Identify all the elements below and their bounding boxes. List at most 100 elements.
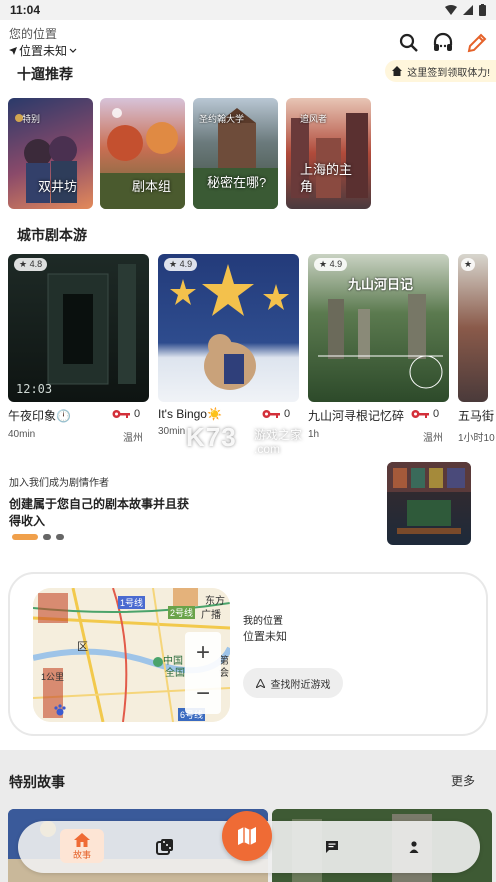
checkin-banner[interactable]: 这里签到领取体力! (385, 60, 496, 82)
key-count: 0 (284, 408, 291, 420)
city-card-duration: 40min (8, 429, 36, 440)
creator-banner-subtitle: 加入我们成为剧情作者 (9, 478, 109, 489)
zoom-out-button[interactable]: − (196, 680, 210, 708)
nav-profile-tab[interactable] (404, 821, 424, 873)
city-card-rating: ★ (461, 258, 476, 271)
leaf-icon (112, 108, 122, 118)
city-card[interactable]: ★ 五马街 1小时10 (458, 254, 496, 444)
city-card-keys: 0 (262, 408, 290, 420)
map-card: 1号线 2号线 东方 广播 区 中国 全国 第 会 6号线 1公里 + − 我的… (8, 572, 488, 736)
my-location-label: 我的位置 (243, 616, 283, 627)
city-card-image: ★ 4.9 (158, 254, 299, 402)
city-card-duration: 1小时10 (458, 433, 495, 444)
chat-icon (326, 841, 338, 853)
city-card-meta: 40min 温州 (8, 429, 149, 444)
recommend-card-tag: 特别 (22, 114, 41, 124)
key-count: 0 (433, 408, 440, 420)
city-card-duration: 30min (158, 426, 186, 437)
search-icon (399, 33, 418, 52)
city-card-meta: 1小时10 (458, 429, 496, 444)
location-selector[interactable]: 位置未知 (9, 42, 77, 59)
edit-button[interactable] (466, 32, 488, 54)
carousel-dot (43, 534, 51, 540)
status-icons (445, 4, 486, 16)
map-label: 2号线 (168, 606, 196, 619)
map-label: 1号线 (118, 596, 146, 609)
city-card-rating: ★ 4.9 (164, 258, 198, 271)
checkin-text: 这里签到领取体力! (407, 67, 490, 79)
pencil-icon (467, 33, 487, 53)
recommend-card-title: 秘密在哪? (207, 175, 267, 190)
carousel-dot-active (12, 534, 38, 540)
map-view[interactable]: 1号线 2号线 东方 广播 区 中国 全国 第 会 6号线 1公里 + − (33, 588, 230, 722)
clock-readout: 12:03 (16, 382, 53, 396)
creator-banner[interactable]: 加入我们成为剧情作者 创建属于您自己的剧本故事并且获得收入 (0, 460, 496, 560)
nav-messages-tab[interactable] (322, 821, 342, 873)
city-card-art (170, 264, 289, 390)
map-zoom-controls: + − (185, 632, 221, 714)
map-label: 东方 (205, 596, 225, 607)
recommend-card[interactable]: 剧本组 (100, 98, 185, 209)
recommend-card[interactable]: 圣约翰大学 秘密在哪? (193, 98, 278, 209)
nav-dice-tab[interactable] (152, 821, 178, 873)
city-card-image: ★ 4.9 九山河日记 (308, 254, 449, 402)
city-card-duration: 1h (308, 429, 320, 440)
watermark-domain: .com (254, 442, 281, 456)
bottom-navigation: 故事 (18, 811, 480, 873)
creator-banner-title: 创建属于您自己的剧本故事并且获得收入 (9, 497, 190, 528)
find-nearby-games-button[interactable]: 查找附近游戏 (243, 668, 343, 698)
city-card-meta: 1h 温州 (308, 429, 449, 444)
location-label: 您的位置 (9, 27, 58, 41)
house-icon (392, 66, 403, 76)
recommend-card-title: 上海的主角 (300, 162, 353, 194)
carousel-dot (56, 534, 64, 540)
star-icon (15, 114, 23, 122)
city-card-rating: ★ 4.9 (314, 258, 348, 271)
carousel-indicator (12, 534, 64, 540)
nav-home-label: 故事 (72, 849, 91, 860)
recommend-section-title: 十遛推荐 (17, 66, 73, 82)
recommend-card[interactable]: 特别 双井坊 (8, 98, 93, 209)
header-actions (398, 32, 488, 54)
map-scale-label: 1公里 (41, 672, 65, 682)
recommend-card-tag: 圣约翰大学 (199, 114, 245, 124)
recommend-card[interactable]: 追风者 上海的主角 (286, 98, 371, 209)
signal-icon (463, 5, 473, 15)
city-card-image: ★ (458, 254, 488, 402)
more-link[interactable]: 更多 (451, 772, 475, 789)
chevron-down-icon (69, 48, 77, 53)
key-icon (411, 410, 429, 418)
battery-icon (479, 4, 486, 16)
city-section-title: 城市剧本游 (17, 227, 87, 243)
city-card-keys: 0 (112, 408, 140, 420)
special-stories-title: 特别故事 (9, 774, 65, 790)
wifi-icon (445, 5, 457, 15)
zoom-in-button[interactable]: + (196, 639, 210, 667)
nav-map-button[interactable] (222, 811, 272, 861)
paw-icon (54, 704, 66, 716)
recommend-card-title: 剧本组 (132, 179, 172, 194)
city-card-art (47, 264, 136, 385)
navigation-arrow-icon (9, 46, 17, 55)
recommend-card-title: 双井坊 (38, 179, 78, 194)
my-location-value: 位置未知 (243, 631, 287, 643)
creator-banner-image (387, 462, 471, 545)
creator-banner-art (387, 462, 471, 534)
city-card-city: 温州 (423, 433, 443, 444)
location-value: 位置未知 (19, 44, 68, 58)
city-card-rating: ★ 4.8 (14, 258, 48, 271)
status-bar: 11:04 (0, 0, 496, 20)
search-button[interactable] (398, 32, 420, 54)
nav-home-tab[interactable]: 故事 (60, 829, 104, 863)
recommend-card-tag: 追风者 (300, 114, 328, 124)
navigation-icon (255, 678, 265, 688)
city-card-image: ★ 4.8 12:03 (8, 254, 149, 402)
audio-guide-button[interactable] (432, 32, 454, 54)
home-icon (74, 832, 90, 847)
map-label: 区 (77, 641, 88, 653)
key-icon (112, 410, 130, 418)
city-card-art-title: 九山河日记 (348, 277, 414, 292)
find-nearby-games-label: 查找附近游戏 (270, 679, 331, 691)
status-time: 11:04 (10, 3, 41, 17)
key-count: 0 (134, 408, 141, 420)
